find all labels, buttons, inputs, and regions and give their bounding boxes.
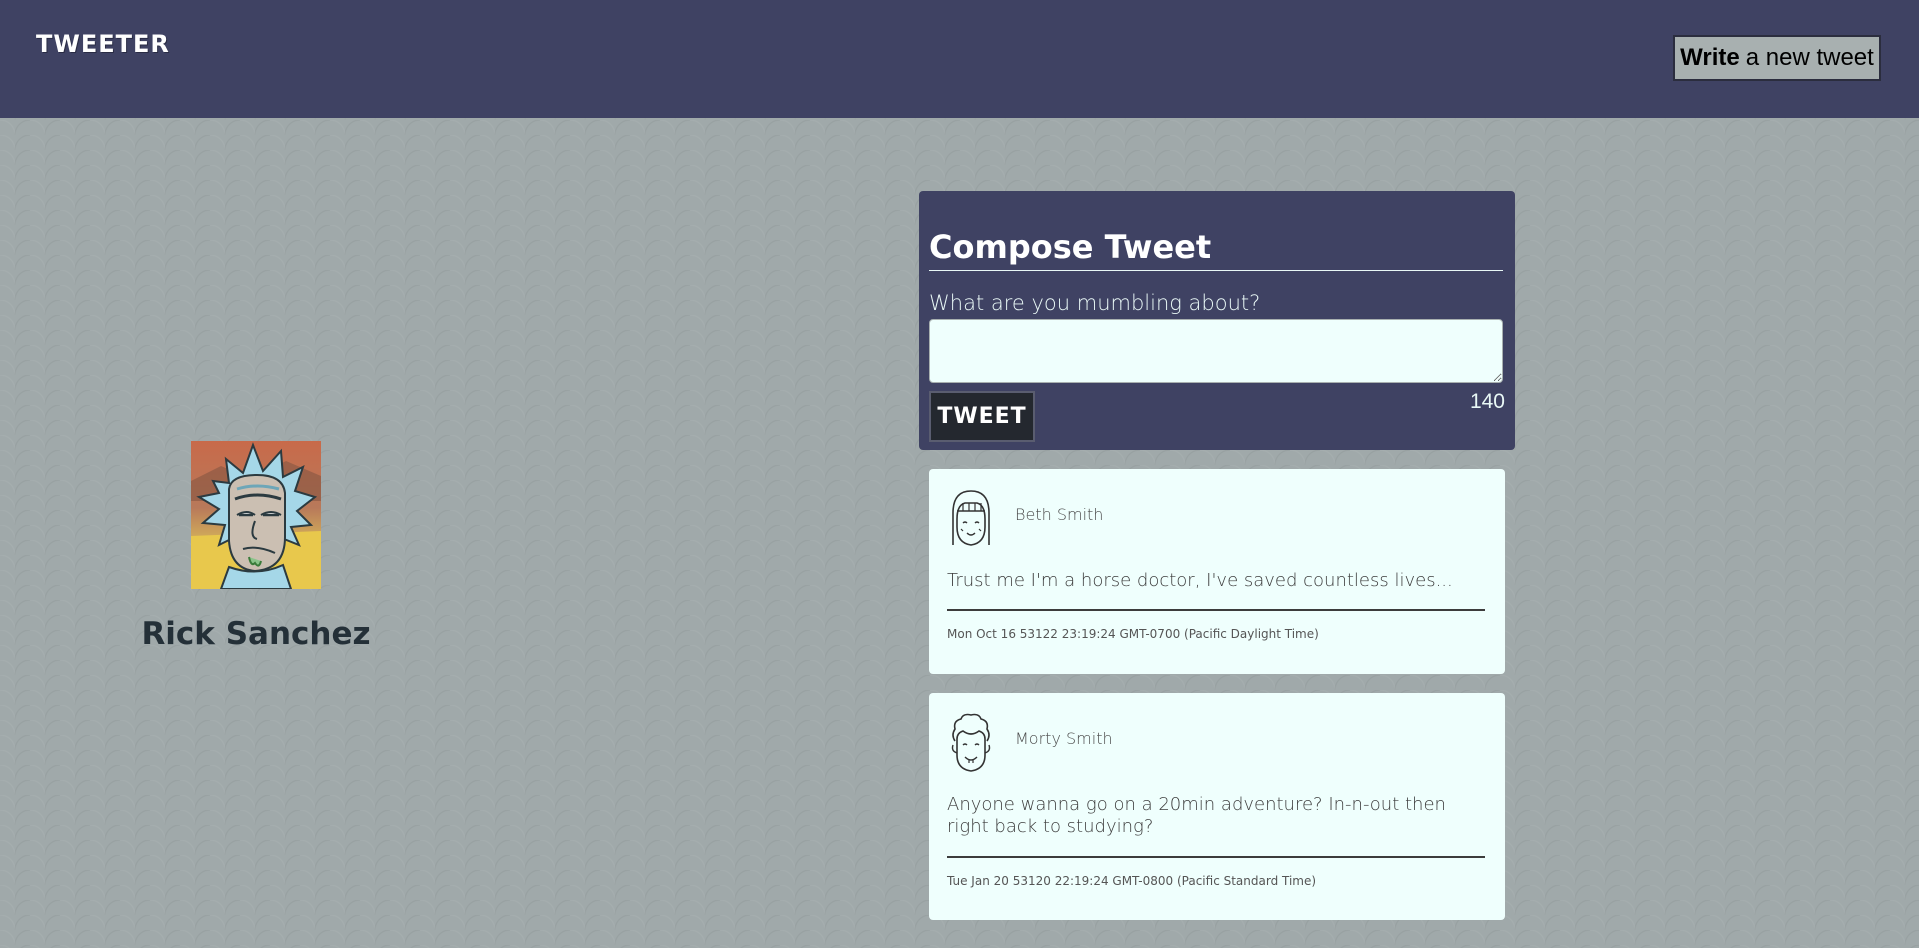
brand-logo[interactable]: TWEETER	[36, 30, 170, 58]
tweet-submit-button[interactable]: TWEET	[929, 391, 1035, 442]
write-new-tweet-button[interactable]: Write a new tweet	[1673, 35, 1881, 81]
female-avatar-icon	[952, 490, 990, 546]
rick-avatar-icon	[191, 441, 321, 590]
tweet-timestamp: Mon Oct 16 53122 23:19:24 GMT-0700 (Paci…	[947, 627, 1319, 641]
profile-name: Rick Sanchez	[141, 616, 371, 652]
male-avatar-icon	[951, 713, 991, 772]
tweet-divider	[947, 856, 1485, 858]
tweet-content: Trust me I'm a horse doctor, I've saved …	[947, 570, 1453, 591]
compose-label: What are you mumbling about?	[929, 291, 1261, 315]
tweet-textarea[interactable]	[929, 319, 1503, 383]
compose-title: Compose Tweet	[929, 227, 1503, 271]
top-nav: TWEETER Write a new tweet	[0, 0, 1919, 118]
tweet-author-name: Morty Smith	[1015, 729, 1113, 748]
write-button-text: a new tweet	[1745, 44, 1874, 71]
tweet-timestamp: Tue Jan 20 53120 22:19:24 GMT-0800 (Paci…	[947, 874, 1317, 888]
tweet-card: Beth Smith Trust me I'm a horse doctor, …	[929, 469, 1505, 674]
tweet-card: Morty Smith Anyone wanna go on a 20min a…	[929, 693, 1505, 920]
tweet-author-name: Beth Smith	[1015, 505, 1104, 524]
tweet-divider	[947, 609, 1485, 611]
write-button-bold-text: Write	[1680, 44, 1740, 71]
char-counter: 140	[1469, 390, 1505, 413]
profile-avatar	[191, 441, 321, 590]
tweet-content: Anyone wanna go on a 20min adventure? In…	[947, 794, 1446, 837]
compose-tweet-panel: Compose Tweet What are you mumbling abou…	[919, 191, 1515, 450]
